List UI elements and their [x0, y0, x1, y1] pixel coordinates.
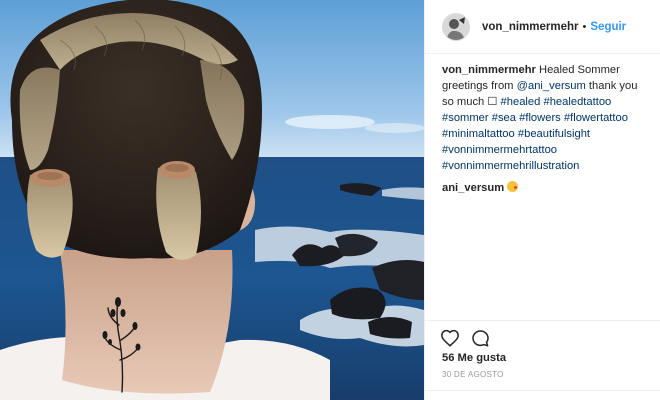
- hashtag[interactable]: #sommer: [442, 112, 489, 124]
- comment-button[interactable]: [468, 326, 492, 350]
- like-button[interactable]: [438, 326, 462, 350]
- action-bar: [438, 326, 498, 350]
- post-date[interactable]: 30 DE AGOSTO: [442, 370, 504, 379]
- header-divider: [425, 53, 660, 54]
- hashtag[interactable]: #vonnimmermehrtattoo: [442, 144, 557, 156]
- caption-mention[interactable]: @ani_versum: [517, 80, 586, 92]
- caption: von_nimmermehr Healed Sommer greetings f…: [442, 62, 647, 174]
- follow-button[interactable]: Seguir: [590, 21, 626, 33]
- photo-woman-neck-tattoo-sea: [0, 0, 424, 400]
- post-header: von_nimmermehr • Seguir: [425, 0, 660, 53]
- likes-count[interactable]: 56 Me gusta: [442, 352, 506, 364]
- hashtag[interactable]: #healedtattoo: [543, 96, 611, 108]
- post-side-panel: von_nimmermehr • Seguir von_nimmermehr H…: [424, 0, 660, 400]
- hashtag[interactable]: #sea: [492, 112, 516, 124]
- hashtag[interactable]: #flowers: [519, 112, 561, 124]
- actions-divider: [425, 320, 660, 321]
- separator-dot: •: [582, 20, 587, 33]
- heart-icon: [441, 329, 459, 347]
- comment-icon: [471, 329, 489, 347]
- instagram-post: von_nimmermehr • Seguir von_nimmermehr H…: [0, 0, 660, 400]
- hashtag[interactable]: #minimaltattoo: [442, 128, 515, 140]
- caption-username[interactable]: von_nimmermehr: [442, 64, 536, 76]
- comments-section: von_nimmermehr Healed Sommer greetings f…: [442, 62, 647, 196]
- hashtag[interactable]: #healed: [501, 96, 541, 108]
- owner-username[interactable]: von_nimmermehr: [482, 21, 579, 33]
- post-photo[interactable]: [0, 0, 424, 400]
- hashtag[interactable]: #flowertattoo: [564, 112, 628, 124]
- kissing-face-emoji-icon: [507, 181, 519, 192]
- footer-divider: [425, 390, 660, 391]
- avatar-image: [443, 13, 469, 40]
- comment-item: ani_versum: [442, 180, 647, 196]
- hashtag[interactable]: #vonnimmermehrillustration: [442, 160, 579, 172]
- avatar[interactable]: [442, 12, 470, 41]
- hashtag[interactable]: #beautifulsight: [518, 128, 590, 140]
- comment-username[interactable]: ani_versum: [442, 182, 504, 194]
